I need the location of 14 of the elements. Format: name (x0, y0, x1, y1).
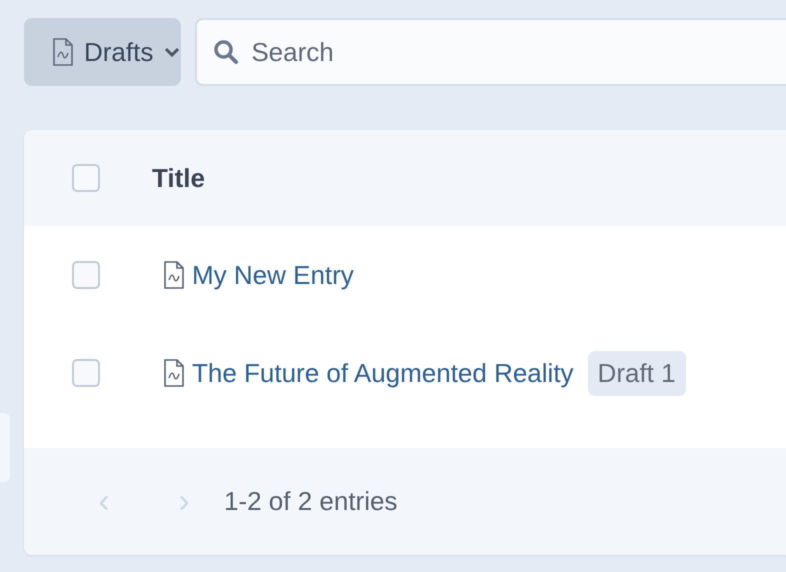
column-header[interactable]: Title (152, 162, 205, 194)
row-checkbox[interactable] (72, 359, 100, 387)
drafts-dropdown-button[interactable]: Drafts (24, 18, 182, 86)
entry-title-link[interactable]: The Future of Augmented Reality (192, 358, 574, 388)
draft-badge: Draft 1 (588, 350, 686, 396)
row-checkbox[interactable] (72, 261, 100, 289)
search-field[interactable]: Search (195, 18, 786, 86)
document-icon (162, 359, 186, 387)
document-icon (162, 261, 186, 289)
entry-title-link[interactable]: My New Entry (192, 260, 354, 290)
chevron-down-icon (163, 46, 182, 58)
select-all-checkbox[interactable] (72, 164, 100, 192)
document-icon (52, 38, 74, 66)
pagination-summary: 1-2 of 2 entries (224, 486, 398, 517)
